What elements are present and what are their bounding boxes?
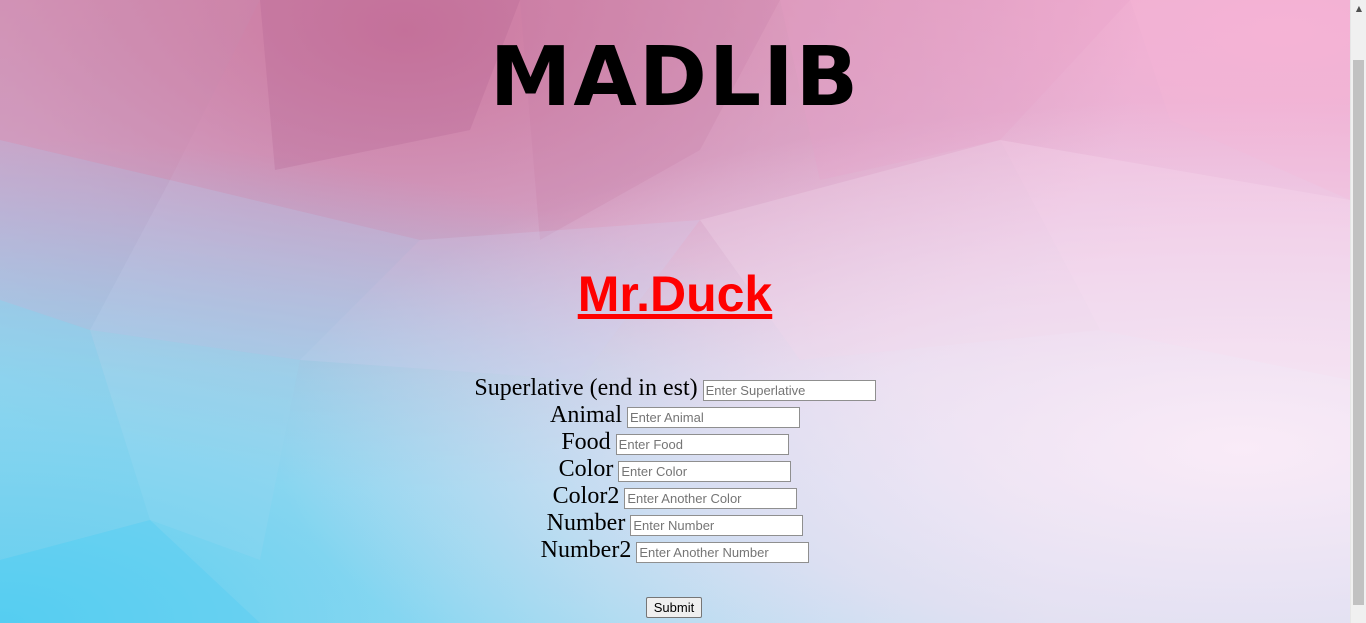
story-title: Mr.Duck (577, 266, 773, 322)
submit-button[interactable]: Submit (645, 597, 703, 618)
number-input[interactable] (630, 515, 804, 536)
form-row-number2: Number2 (0, 537, 1350, 564)
animal-input[interactable] (627, 407, 800, 428)
form-row-superlative: Superlative (end in est) (0, 375, 1350, 402)
number2-input[interactable] (636, 542, 810, 563)
animal-label: Animal (550, 402, 622, 428)
form-row-animal: Animal (0, 402, 1350, 429)
color2-input[interactable] (624, 488, 798, 509)
page-title: MADLIB (489, 30, 861, 125)
superlative-input[interactable] (702, 380, 876, 401)
food-input[interactable] (615, 434, 789, 455)
form-row-color: Color (0, 456, 1350, 483)
madlib-form: Superlative (end in est) Animal Food Col… (0, 375, 1350, 564)
number2-label: Number2 (540, 537, 632, 563)
color-input[interactable] (618, 461, 792, 482)
color-label: Color (558, 456, 614, 482)
form-row-number: Number (0, 510, 1350, 537)
main-content: MADLIB Mr.Duck Superlative (end in est) … (0, 0, 1350, 623)
scrollbar-thumb[interactable] (1353, 60, 1364, 605)
color2-label: Color2 (552, 483, 620, 509)
triangle-up-icon[interactable]: ▲ (1351, 0, 1366, 17)
form-row-food: Food (0, 429, 1350, 456)
submit-container: Submit (0, 597, 1350, 618)
number-label: Number (546, 510, 626, 536)
vertical-scrollbar[interactable]: ▲ (1350, 0, 1366, 623)
food-label: Food (561, 429, 611, 455)
superlative-label: Superlative (end in est) (474, 375, 698, 401)
form-row-color2: Color2 (0, 483, 1350, 510)
